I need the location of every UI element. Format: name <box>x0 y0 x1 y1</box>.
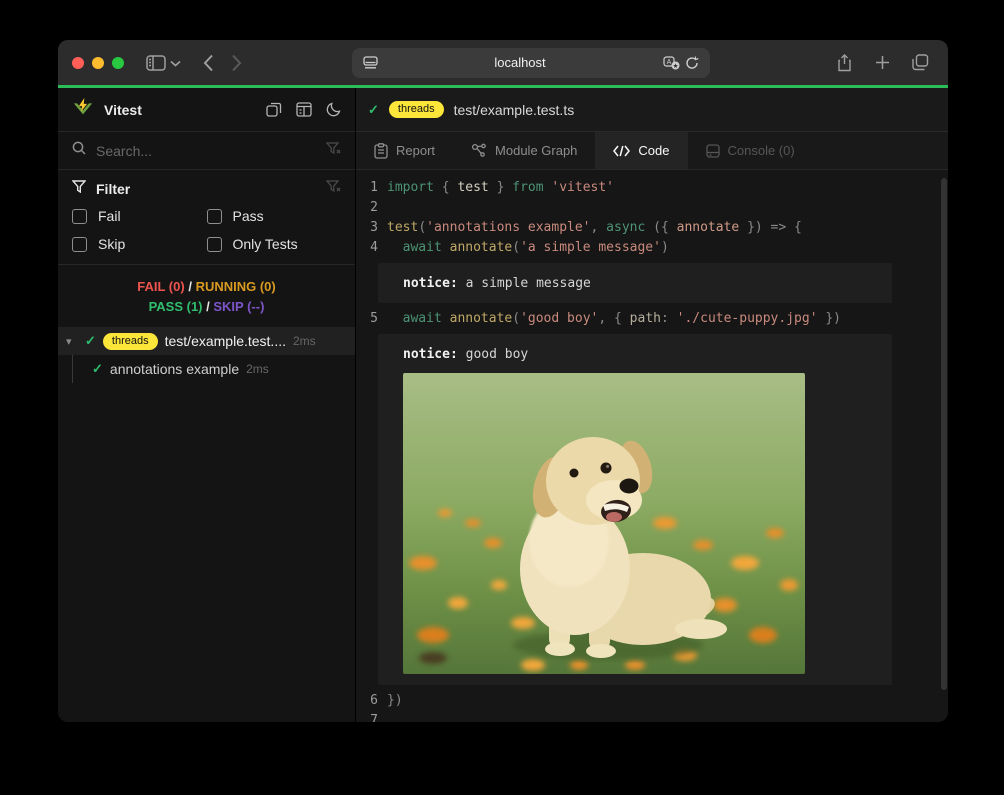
funnel-icon <box>72 180 86 198</box>
scrollbar-thumb[interactable] <box>941 178 947 690</box>
indent-guide <box>72 355 73 383</box>
line-number: 7 <box>356 711 378 722</box>
url-text: localhost <box>380 55 660 70</box>
code-line: 2 <box>356 198 948 218</box>
pool-badge: threads <box>103 333 158 350</box>
annotation-notice: notice: a simple message <box>378 263 892 303</box>
app-title: Vitest <box>104 102 266 118</box>
reload-icon[interactable] <box>682 49 702 77</box>
test-file-row[interactable]: ▾ ✓ threads test/example.test.... 2ms <box>58 327 355 355</box>
annotation-notice: notice: good boy <box>378 334 892 685</box>
translate-icon[interactable]: A ★ <box>660 49 682 77</box>
filter-section: Filter Fail Pass Skip Only Tests <box>58 170 355 265</box>
pass-count: PASS (1) <box>149 299 203 314</box>
vitest-logo-icon <box>72 97 94 123</box>
code-line: 5 await annotate('good boy', { path: './… <box>356 309 948 329</box>
zoom-window-button[interactable] <box>112 57 124 69</box>
test-case-name: annotations example <box>110 361 239 377</box>
code-line: 1 import { test } from 'vitest' <box>356 178 948 198</box>
clear-filter-icon[interactable] <box>326 180 341 198</box>
clear-search-filter-icon[interactable] <box>326 142 341 160</box>
code-line: 4 await annotate('a simple message') <box>356 238 948 258</box>
code-text: import { test } from 'vitest' <box>387 178 614 198</box>
tab-code[interactable]: Code <box>595 132 687 169</box>
reader-icon[interactable] <box>360 49 380 77</box>
test-tree: ▾ ✓ threads test/example.test.... 2ms ✓ … <box>58 327 355 383</box>
checkbox-only-tests[interactable]: Only Tests <box>207 236 342 252</box>
chevron-down-icon[interactable]: ▾ <box>66 335 78 348</box>
forward-button-icon[interactable] <box>222 49 250 77</box>
collapse-panels-icon[interactable] <box>266 102 282 117</box>
filter-label: Filter <box>96 181 316 197</box>
search-icon <box>72 141 86 160</box>
line-number: 6 <box>356 691 378 711</box>
skip-count: SKIP (--) <box>213 299 264 314</box>
tab-overview-icon[interactable] <box>906 49 934 77</box>
pool-badge: threads <box>389 101 444 118</box>
code-viewer[interactable]: 1 import { test } from 'vitest' 23 test('an… <box>356 170 948 722</box>
address-bar[interactable]: localhost A ★ <box>352 48 710 78</box>
search-input[interactable] <box>96 143 316 159</box>
notice-text: notice: good boy <box>403 346 876 363</box>
window-controls <box>72 57 124 69</box>
test-case-row[interactable]: ✓ annotations example 2ms <box>58 355 355 383</box>
notice-attachment <box>403 373 876 674</box>
file-header: ✓ threads test/example.test.ts <box>356 88 948 132</box>
pass-check-icon: ✓ <box>85 333 96 349</box>
code-text: await annotate('a simple message') <box>387 238 669 258</box>
close-window-button[interactable] <box>72 57 84 69</box>
sidebar-toggle-icon[interactable] <box>142 49 170 77</box>
line-number: 5 <box>356 309 378 329</box>
line-number: 1 <box>356 178 378 198</box>
dark-mode-moon-icon[interactable] <box>326 102 341 117</box>
dashboard-icon[interactable] <box>296 102 312 117</box>
line-number: 3 <box>356 218 378 238</box>
checkbox-fail[interactable]: Fail <box>72 208 207 224</box>
share-icon[interactable] <box>830 49 858 77</box>
sidebar-menu-chevron-icon[interactable] <box>170 54 184 72</box>
file-path: test/example.test.ts <box>454 102 575 118</box>
running-count: RUNNING (0) <box>196 279 276 294</box>
line-number: 4 <box>356 238 378 258</box>
browser-window: localhost A ★ <box>58 40 948 722</box>
checkbox-pass[interactable]: Pass <box>207 208 342 224</box>
tab-console[interactable]: Console (0) <box>688 132 813 169</box>
svg-text:★: ★ <box>672 62 678 70</box>
pass-check-icon: ✓ <box>368 102 379 118</box>
code-text: test('annotations example', async ({ ann… <box>387 218 802 238</box>
minimize-window-button[interactable] <box>92 57 104 69</box>
checkbox-skip[interactable]: Skip <box>72 236 207 252</box>
test-file-name: test/example.test.... <box>165 333 286 349</box>
notice-text: notice: a simple message <box>403 275 876 292</box>
code-text: await annotate('good boy', { path: './cu… <box>387 309 841 329</box>
test-file-duration: 2ms <box>293 334 316 348</box>
pass-check-icon: ✓ <box>92 361 103 377</box>
line-number: 2 <box>356 198 378 218</box>
tab-report[interactable]: Report <box>356 132 453 169</box>
puppy-image <box>403 373 805 674</box>
fail-count: FAIL (0) <box>137 279 184 294</box>
test-status-summary: FAIL (0) / RUNNING (0) PASS (1) / SKIP (… <box>58 265 355 327</box>
svg-text:A: A <box>666 59 671 66</box>
code-line: 3 test('annotations example', async ({ an… <box>356 218 948 238</box>
new-tab-icon[interactable] <box>868 49 896 77</box>
tab-bar: Report Module Graph Code <box>356 132 948 170</box>
code-text: }) <box>387 691 403 711</box>
code-line: 6}) <box>356 691 948 711</box>
tab-module-graph[interactable]: Module Graph <box>453 132 595 169</box>
code-line: 7 <box>356 711 948 722</box>
test-case-duration: 2ms <box>246 362 269 376</box>
sidebar: Vitest <box>58 88 356 722</box>
browser-toolbar: localhost A ★ <box>58 40 948 85</box>
main-panel: ✓ threads test/example.test.ts Report <box>356 88 948 722</box>
back-button-icon[interactable] <box>194 49 222 77</box>
